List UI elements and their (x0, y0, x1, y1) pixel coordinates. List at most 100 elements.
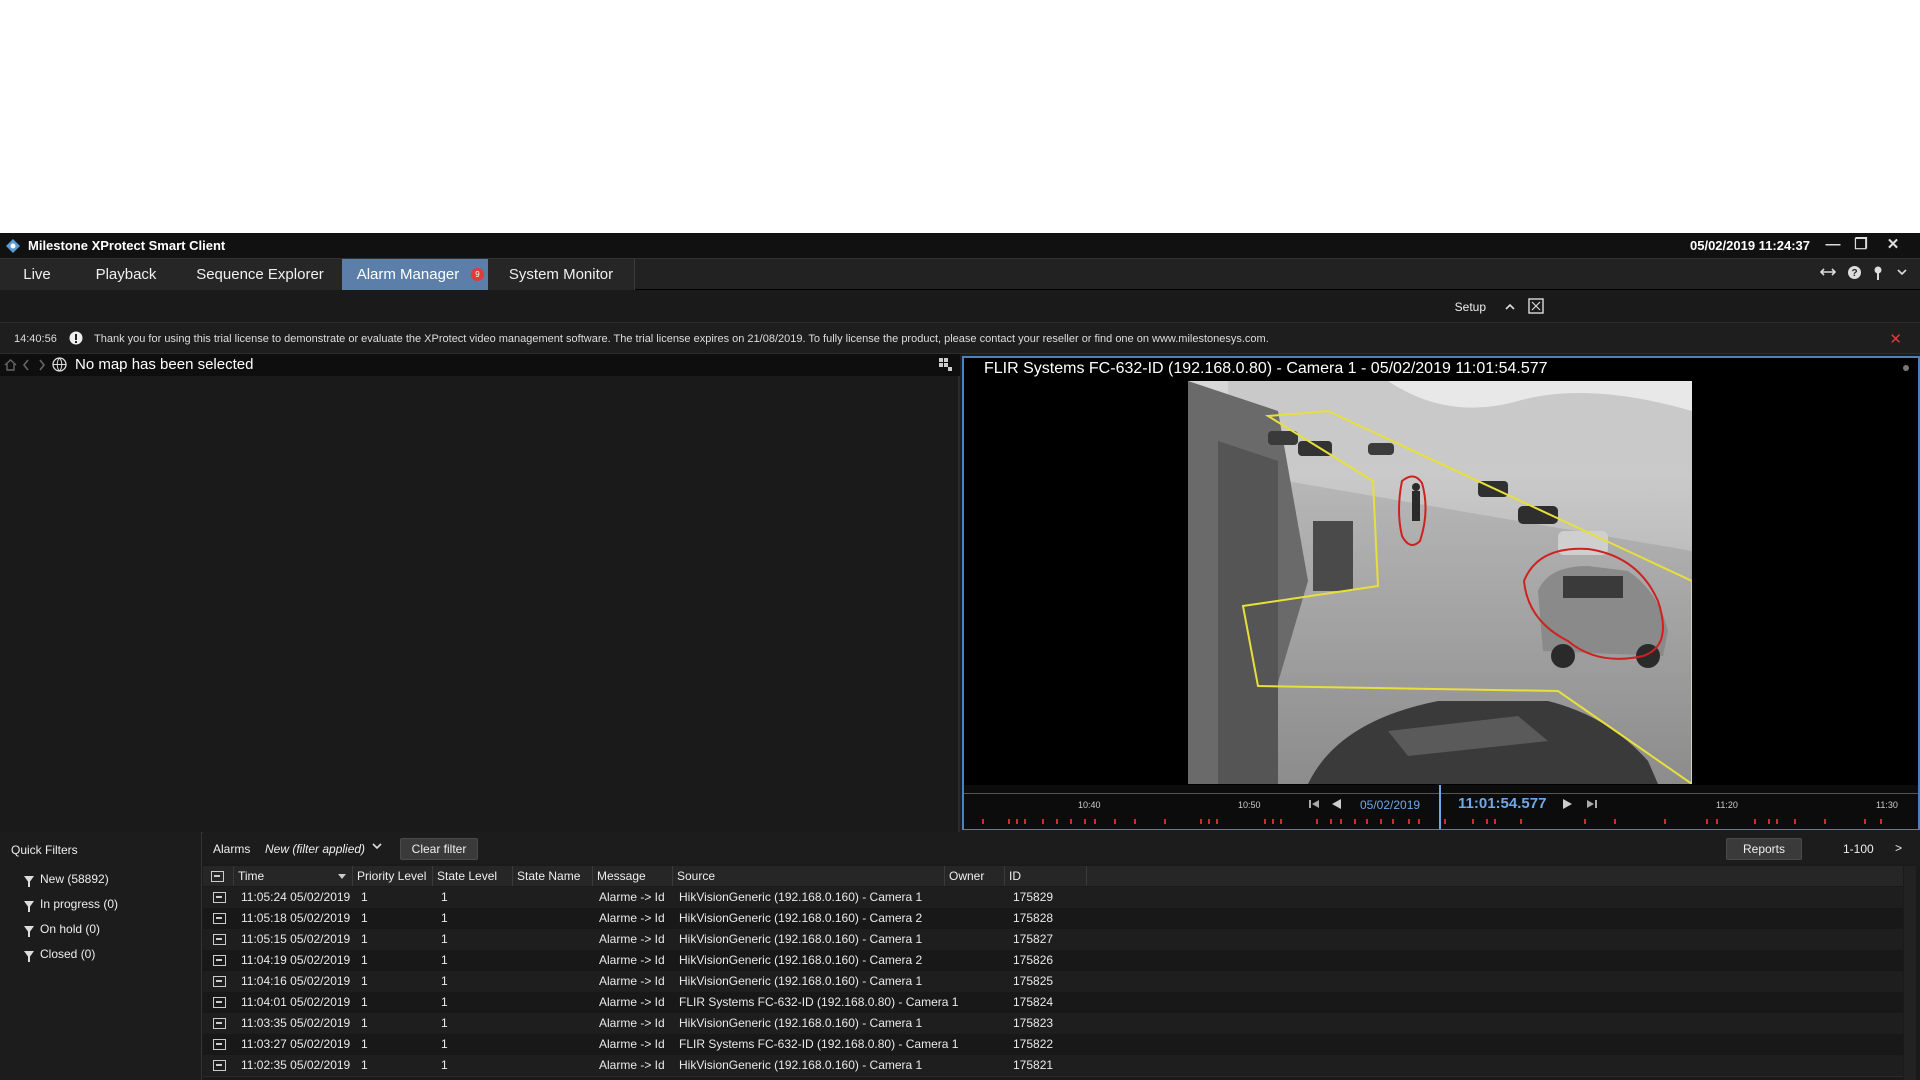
image-icon[interactable] (213, 892, 226, 903)
clear-filter-button[interactable]: Clear filter (400, 838, 478, 860)
image-icon[interactable] (213, 976, 226, 987)
filter-icon (24, 950, 34, 962)
cell-owner (951, 950, 1003, 971)
table-row[interactable]: 11:04:19 05/02/2019 1 1 Alarme -> Id HikVisi… (203, 950, 1903, 972)
tab-alarm-manager[interactable]: Alarm Manager 9 (342, 259, 489, 290)
cell-state-level: 1 (441, 890, 448, 904)
map-grid-icon[interactable] (938, 357, 953, 376)
table-row[interactable]: 11:05:24 05/02/2019 1 1 Alarme -> Id HikVisi… (203, 887, 1903, 909)
setup-button[interactable]: Setup (1455, 300, 1486, 314)
table-scrollbar[interactable] (1904, 866, 1916, 1080)
cell-state-name (521, 1013, 591, 1034)
header-priority-level[interactable]: Priority Level (353, 866, 433, 886)
header-owner[interactable]: Owner (945, 866, 1005, 886)
image-icon[interactable] (213, 934, 226, 945)
playback-timeline[interactable]: 10:40 10:50 11:20 11:30 05/02/2019 11:01… (964, 785, 1918, 829)
close-button[interactable]: ✕ (1880, 235, 1906, 255)
cell-priority-level: 1 (361, 932, 368, 946)
header-state-name[interactable]: State Name (513, 866, 593, 886)
next-page-button[interactable]: > (1895, 841, 1902, 855)
image-icon[interactable] (213, 1039, 226, 1050)
forward-icon[interactable] (38, 358, 46, 375)
cell-message: Alarme -> Id (599, 890, 665, 904)
collapse-icon[interactable] (1504, 300, 1516, 318)
quick-filter-on-hold[interactable]: On hold (0) (24, 922, 101, 937)
timeline-event-markers (964, 819, 1918, 825)
cell-state-name (521, 887, 591, 908)
table-row[interactable]: 11:02:35 05/02/2019 1 1 Alarme -> Id HikVisi… (203, 1055, 1903, 1077)
cell-owner (951, 887, 1003, 908)
timeline-event-marker (1380, 819, 1382, 824)
alarms-toolbar: Alarms New (filter applied) Clear filter… (203, 832, 1920, 864)
restore-button[interactable]: ❐ (1848, 235, 1874, 255)
header-time[interactable]: Time (234, 866, 353, 886)
timeline-event-marker (1768, 819, 1770, 824)
cell-source: HikVisionGeneric (192.168.0.160) - Camer… (679, 1016, 923, 1030)
minimize-button[interactable]: — (1820, 235, 1846, 255)
table-row[interactable]: 11:05:18 05/02/2019 1 1 Alarme -> Id HikVisi… (203, 908, 1903, 930)
tab-system-monitor[interactable]: System Monitor (488, 259, 635, 290)
timeline-event-marker (1340, 819, 1342, 824)
timeline-event-marker (1114, 819, 1116, 824)
header-source[interactable]: Source (673, 866, 945, 886)
cell-state-name (521, 971, 591, 992)
table-row[interactable]: 11:03:27 05/02/2019 1 1 Alarme -> Id FLIR Sy… (203, 1034, 1903, 1056)
timeline-event-marker (1094, 819, 1096, 824)
chevron-down-icon[interactable] (1896, 265, 1908, 281)
fullscreen-icon[interactable] (1528, 298, 1544, 319)
camera-menu-dot-icon[interactable] (1903, 365, 1909, 371)
quick-filter-in-progress[interactable]: In progress (0) (24, 897, 118, 912)
timeline-event-marker (1794, 819, 1796, 824)
cell-owner (951, 1013, 1003, 1034)
map-header: No map has been selected (0, 354, 960, 376)
table-row[interactable]: 11:04:01 05/02/2019 1 1 Alarme -> Id FLIR Sy… (203, 992, 1903, 1014)
tab-playback[interactable]: Playback (74, 259, 179, 290)
timeline-event-marker (1134, 819, 1136, 824)
quick-filter-on-hold-label: On hold (0) (40, 922, 101, 936)
header-icon-column[interactable] (203, 866, 234, 886)
quick-filter-closed[interactable]: Closed (0) (24, 947, 95, 962)
image-icon[interactable] (213, 997, 226, 1008)
back-icon[interactable] (22, 358, 30, 375)
notice-text: Thank you for using this trial license t… (94, 333, 1269, 345)
quick-filter-new[interactable]: New (58892) (24, 872, 109, 887)
cell-priority-level: 1 (361, 953, 368, 967)
play-forward-icon[interactable] (1562, 797, 1574, 815)
image-icon (211, 871, 224, 882)
help-icon[interactable]: ? (1847, 265, 1862, 283)
timeline-date[interactable]: 05/02/2019 (1360, 798, 1420, 812)
image-icon[interactable] (213, 1018, 226, 1029)
header-message[interactable]: Message (593, 866, 673, 886)
timeline-event-marker (1584, 819, 1586, 824)
image-icon[interactable] (213, 1060, 226, 1071)
table-row[interactable]: 11:04:16 05/02/2019 1 1 Alarme -> Id HikVisi… (203, 971, 1903, 993)
cell-state-name (521, 1055, 591, 1076)
cell-state-name (521, 992, 591, 1013)
tab-live[interactable]: Live (0, 259, 75, 290)
timeline-event-marker (1824, 819, 1826, 824)
tab-sequence-explorer[interactable]: Sequence Explorer (178, 259, 343, 290)
header-id[interactable]: ID (1005, 866, 1087, 886)
timeline-event-marker (1418, 819, 1420, 824)
dismiss-notice-icon[interactable]: ✕ (1889, 330, 1902, 348)
home-icon[interactable] (4, 358, 17, 375)
table-row[interactable]: 11:05:15 05/02/2019 1 1 Alarme -> Id HikVisi… (203, 929, 1903, 951)
image-icon[interactable] (213, 913, 226, 924)
globe-icon[interactable] (52, 357, 67, 376)
next-sequence-icon[interactable] (1586, 797, 1598, 815)
header-state-level[interactable]: State Level (433, 866, 513, 886)
reports-button[interactable]: Reports (1726, 838, 1802, 860)
alarm-filter-dropdown[interactable]: New (filter applied) (265, 842, 365, 856)
cell-owner (951, 992, 1003, 1013)
table-row[interactable]: 11:03:35 05/02/2019 1 1 Alarme -> Id HikVisi… (203, 1013, 1903, 1035)
pin-icon[interactable] (1872, 265, 1884, 284)
chevron-down-icon[interactable] (371, 840, 383, 855)
cell-id: 175823 (1013, 1016, 1054, 1030)
play-reverse-icon[interactable] (1330, 797, 1342, 815)
connection-icon[interactable] (1819, 265, 1837, 282)
timeline-event-marker (1486, 819, 1488, 824)
previous-sequence-icon[interactable] (1308, 797, 1320, 815)
image-icon[interactable] (213, 955, 226, 966)
timeline-event-marker (1520, 819, 1522, 824)
cell-priority-level: 1 (361, 1016, 368, 1030)
